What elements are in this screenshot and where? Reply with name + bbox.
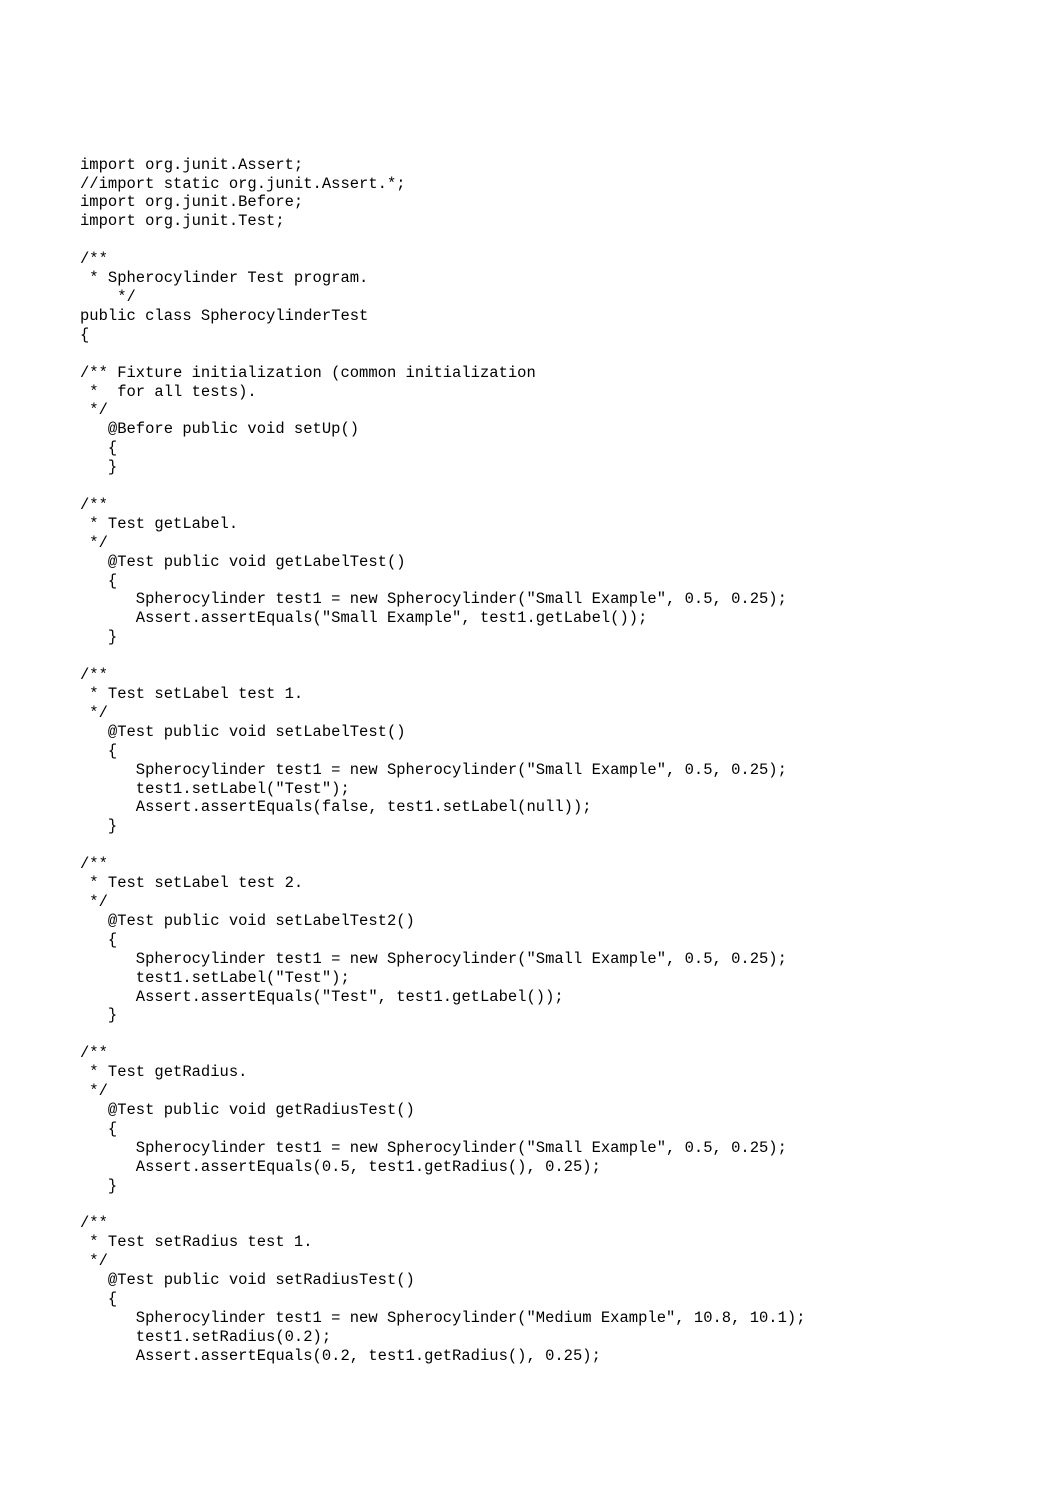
code-block: import org.junit.Assert; //import static…	[80, 156, 1022, 1366]
